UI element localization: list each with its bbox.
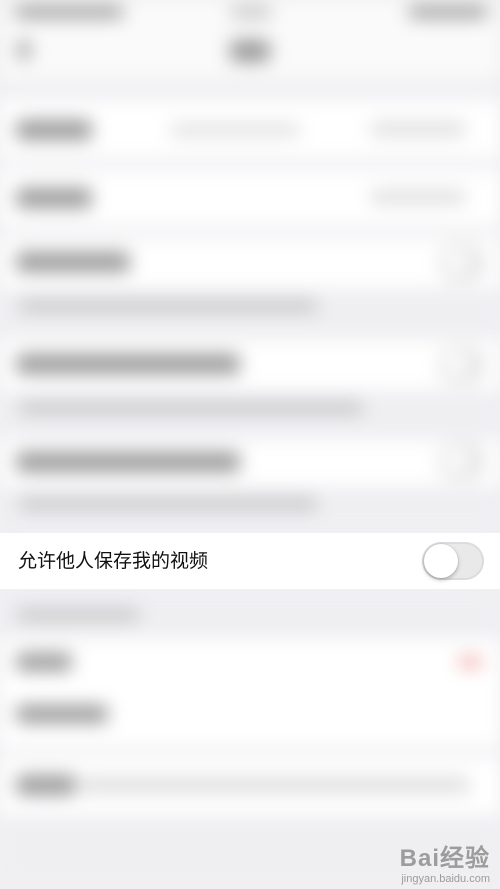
blurred-row-7 xyxy=(0,757,500,815)
blurred-row-6 xyxy=(0,639,500,747)
blurred-row-2 xyxy=(0,170,500,226)
watermark-url: jingyan.baidu.com xyxy=(401,873,490,885)
watermark-logo: Bai经验 xyxy=(399,845,490,872)
blurred-row-4 xyxy=(0,340,500,390)
toggle-knob xyxy=(424,544,458,578)
blurred-row-3 xyxy=(0,238,500,288)
allow-save-videos-toggle[interactable] xyxy=(422,542,484,580)
blurred-row-1 xyxy=(0,100,500,158)
status-bar xyxy=(0,0,500,80)
baidu-jingyan-watermark: Bai经验 jingyan.baidu.com xyxy=(400,838,490,885)
allow-save-videos-label: 允许他人保存我的视频 xyxy=(18,550,209,572)
blurred-row-5 xyxy=(0,440,500,486)
blurred-settings-background xyxy=(0,0,500,889)
